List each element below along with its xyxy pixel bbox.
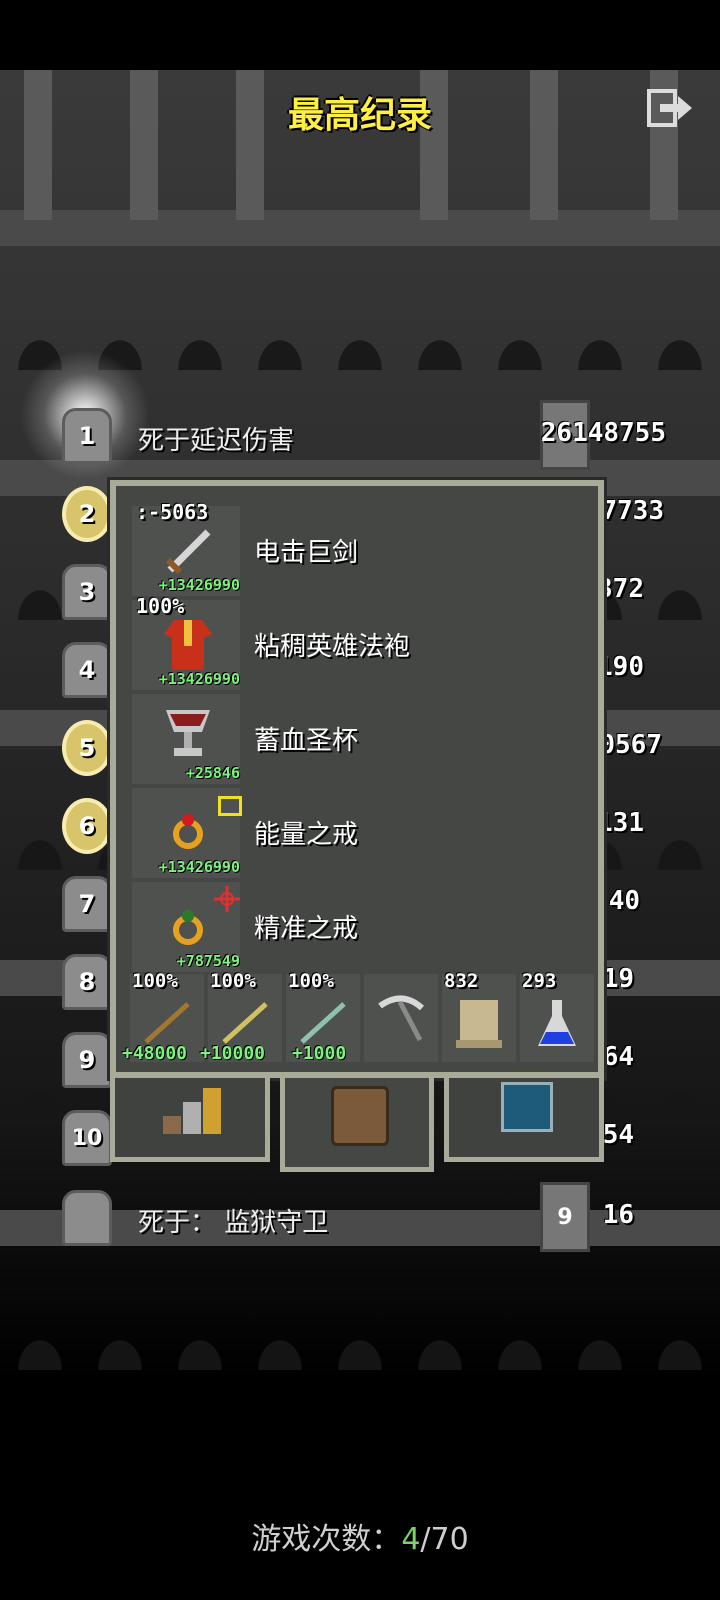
score-value: 54 [602, 1120, 634, 1150]
score-value: 131 [597, 808, 644, 838]
hero-level: 9 [540, 1182, 590, 1252]
wand-icon [144, 1002, 190, 1044]
hero-equipment-panel: :-5063 +13426990 电击巨剑 100% +13426990 粘稠英… [110, 480, 604, 1078]
journal-icon [501, 1082, 553, 1132]
quickslot[interactable]: 100% +1000 [286, 970, 360, 1064]
rank-badge: 3 [62, 564, 112, 620]
chalice-icon [166, 710, 210, 756]
quickslot-bonus: +1000 [292, 1043, 347, 1064]
games-played-label: 游戏次数： [251, 1522, 402, 1557]
item-name: 粘稠英雄法袍 [254, 632, 411, 662]
ring-slot[interactable]: +787549 [132, 882, 240, 972]
quickslot-charge: 100% [210, 970, 256, 992]
item-bonus: +787549 [176, 952, 240, 970]
rank-badge-grave-icon [62, 1190, 112, 1246]
page-title: 最高纪录 [287, 95, 432, 136]
score-value: 40 [608, 886, 640, 916]
ranking-row[interactable]: 1 死于延迟伤害 26148755 [0, 398, 720, 470]
item-top-label: 100% [136, 594, 185, 618]
games-played-current: 4 [401, 1522, 421, 1557]
quickslot-count: 832 [444, 970, 479, 992]
item-bonus: +13426990 [158, 576, 240, 594]
quickslot[interactable]: 293 [520, 970, 594, 1062]
item-bonus: +25846 [185, 764, 240, 782]
rank-badge: 8 [62, 954, 112, 1010]
wand-icon [222, 1002, 268, 1044]
item-bonus: +13426990 [158, 670, 240, 688]
ring-icon [173, 814, 203, 849]
quickslot-bonus: +48000 [122, 1043, 188, 1064]
tab-stats[interactable] [110, 1078, 270, 1162]
item-top-label: :-5063 [136, 500, 209, 524]
quickslot[interactable]: 100% +10000 [200, 970, 282, 1064]
score-value: 190 [597, 652, 644, 682]
death-cause: 死于延迟伤害 [138, 426, 295, 456]
status-bar [0, 0, 720, 70]
rank-badge: 1 [62, 408, 112, 464]
score-value: 7733 [601, 496, 664, 526]
sword-icon [165, 529, 211, 575]
ring-icon [173, 910, 203, 945]
item-bonus: +13426990 [158, 858, 240, 876]
rank-badge: 4 [62, 642, 112, 698]
ring-slot[interactable]: +13426990 [132, 788, 242, 878]
quickslot-count: 293 [522, 970, 557, 992]
tab-inventory[interactable] [280, 1078, 434, 1172]
backpack-icon [331, 1086, 389, 1146]
ranking-row[interactable]: 死于： 监狱守卫 9 16 [0, 1180, 720, 1252]
score-value: 372 [597, 574, 644, 604]
games-played-total: /70 [420, 1522, 469, 1557]
arches-row [0, 1240, 720, 1370]
robe-icon [164, 620, 212, 670]
item-name: 精准之戒 [254, 914, 359, 944]
armor-slot[interactable]: 100% +13426990 [132, 594, 240, 690]
quickslot-bonus: +10000 [200, 1043, 266, 1064]
potion-icon [538, 1000, 576, 1046]
stats-icon [163, 1088, 223, 1134]
score-value: 0567 [599, 730, 662, 760]
weapon-slot[interactable]: :-5063 +13426990 [132, 500, 240, 596]
score-value: 26148755 [540, 418, 666, 448]
charge-indicator-icon [218, 796, 242, 816]
rank-badge: 2 [62, 486, 112, 542]
games-played: 游戏次数：4/70 [0, 1514, 720, 1558]
score-value: 16 [602, 1200, 634, 1230]
item-name: 能量之戒 [254, 820, 359, 850]
death-cause: 死于： 监狱守卫 [138, 1208, 329, 1238]
score-value: 19 [602, 964, 634, 994]
rank-badge: 6 [62, 798, 112, 854]
crosshair-icon [214, 886, 240, 912]
rank-badge: 5 [62, 720, 112, 776]
wand-icon [300, 1002, 346, 1044]
item-name: 电击巨剑 [254, 538, 359, 568]
rank-badge: 7 [62, 876, 112, 932]
score-value: 64 [602, 1042, 634, 1072]
exit-icon[interactable] [646, 88, 694, 128]
rank-badge: 9 [62, 1032, 112, 1088]
quickslot[interactable]: 832 [442, 970, 516, 1062]
tab-journal[interactable] [444, 1078, 604, 1162]
quickslot-charge: 100% [288, 970, 334, 992]
quickslot[interactable]: 100% +48000 [122, 970, 204, 1064]
artifact-slot[interactable]: +25846 [132, 694, 240, 784]
scroll-icon [456, 1000, 502, 1048]
item-name: 蓄血圣杯 [254, 726, 359, 756]
pickaxe-icon [378, 995, 425, 1042]
quickslot[interactable] [364, 974, 438, 1062]
rank-badge: 10 [62, 1110, 112, 1166]
quickslot-charge: 100% [132, 970, 178, 992]
